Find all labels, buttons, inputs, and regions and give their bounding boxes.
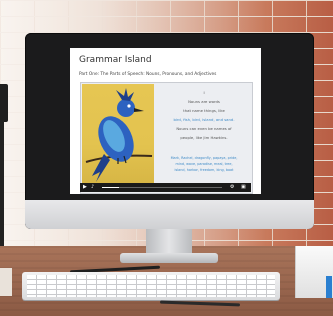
settings-icon[interactable]: ⚙ — [230, 184, 234, 191]
fullscreen-icon[interactable]: ▣ — [241, 184, 246, 191]
poem-line: I — [203, 90, 205, 95]
player-controls[interactable]: ▶ ♪ ⚙ ▣ — [80, 183, 251, 192]
poem-line: Nouns are words — [188, 99, 220, 104]
word-list-line: island, harbor, freedom, king, boat — [174, 168, 234, 172]
poem-text: I Nouns are words that name things, like bi… — [160, 88, 248, 142]
bird-eye — [127, 104, 131, 108]
poem-line: that name things, like — [183, 108, 225, 113]
desk-lamp — [0, 84, 8, 122]
progress-bar[interactable] — [102, 187, 222, 188]
poem-line: people, like Jim Hawkins. — [180, 135, 228, 140]
bird-artwork — [82, 84, 154, 184]
desk-lamp-arm — [0, 120, 4, 248]
notebooks — [295, 246, 333, 298]
noun-word-list: Mark, Rachel, dragonfly, papaya, pride, m… — [160, 155, 248, 173]
page-subtitle: Part One: The Parts of Speech: Nouns, Pr… — [79, 72, 217, 77]
bird-illustration — [85, 88, 153, 182]
keyboard-keys — [27, 275, 275, 297]
page-title: Grammar Island — [79, 55, 152, 65]
poem-line: Nouns can even be names of — [176, 126, 232, 131]
left-edge-object — [0, 268, 12, 296]
play-icon[interactable]: ▶ — [83, 184, 87, 191]
monitor-stand — [146, 229, 192, 255]
progress-fill — [102, 187, 119, 188]
monitor-stand-base — [120, 253, 218, 263]
monitor-chin — [25, 200, 314, 229]
poem-line: bird, fish, bird, island, and sand. — [173, 117, 235, 122]
bird-beak — [134, 108, 144, 112]
volume-icon[interactable]: ♪ — [91, 184, 94, 191]
bird-head — [117, 99, 135, 117]
bird-crest — [116, 88, 134, 101]
